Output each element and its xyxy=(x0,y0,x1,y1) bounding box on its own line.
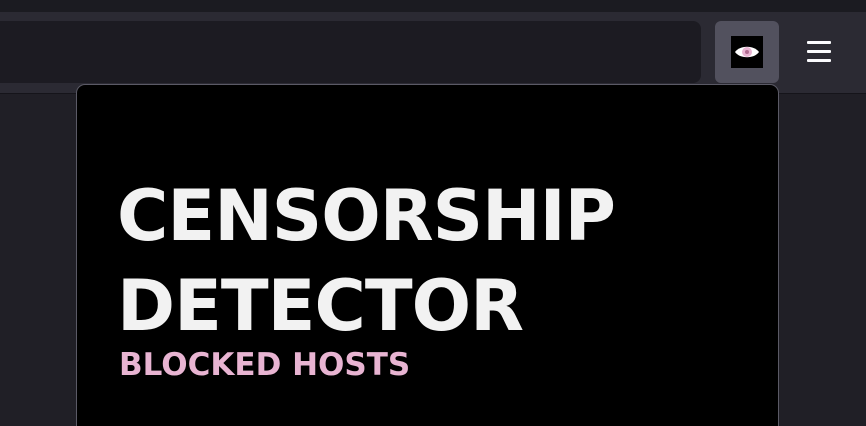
title-line-censorship: CENSORSHIP xyxy=(117,175,616,257)
application-menu-button[interactable] xyxy=(787,21,851,83)
censorship-detector-extension-button[interactable] xyxy=(715,21,779,83)
eye-icon xyxy=(731,36,763,68)
title-line-detector: DETECTOR xyxy=(117,265,524,347)
hamburger-menu-icon xyxy=(807,41,831,62)
extension-popup: CENSORSHIP DETECTOR BLOCKED HOSTS xyxy=(76,84,779,426)
popup-title: CENSORSHIP DETECTOR xyxy=(117,171,757,351)
address-bar[interactable] xyxy=(0,21,701,83)
browser-window: CENSORSHIP DETECTOR BLOCKED HOSTS xyxy=(0,0,866,426)
tab-strip xyxy=(0,0,866,12)
popup-subtitle: BLOCKED HOSTS xyxy=(119,347,411,383)
navigation-toolbar xyxy=(0,12,866,94)
